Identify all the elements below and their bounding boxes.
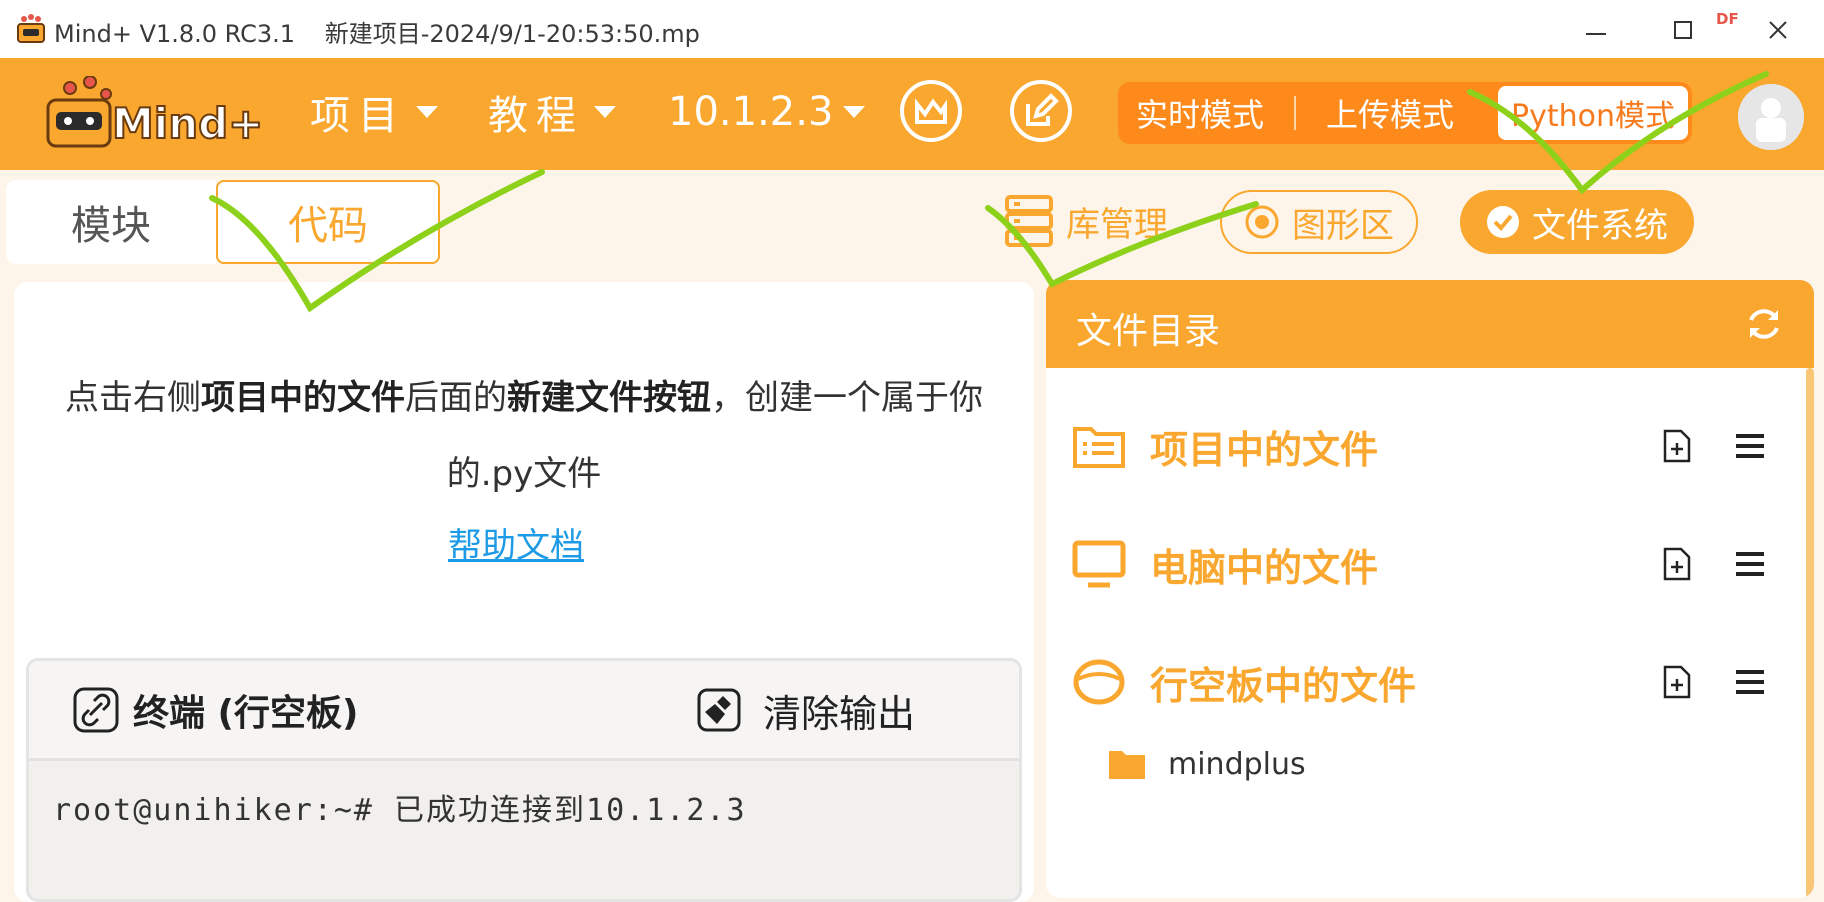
section-board-files-label: 行空板中的文件 <box>1150 663 1417 708</box>
hint-bold-new-file-button: 新建文件按钮 <box>507 378 711 418</box>
terminal-panel: 终端 (行空板) 清除输出 root@unihiker:~# 已成功连接到10.… <box>26 658 1022 902</box>
board-file-mindplus[interactable]: mindplus <box>1108 742 1306 786</box>
graphic-area-label: 图形区 <box>1292 205 1394 246</box>
mode-switch: 实时模式 上传模式 Python模式 <box>1118 82 1692 144</box>
check-circle-icon <box>1487 206 1519 238</box>
folder-icon <box>1109 751 1145 779</box>
menu-device-connection[interactable]: 10.1.2.3 <box>668 84 867 140</box>
radio-target-icon <box>1245 205 1279 239</box>
dashboard-button[interactable] <box>900 80 962 142</box>
file-directory-area: 文件目录 项目中的文件 电脑中的文件 行空板中的文件 mindplus <box>1046 280 1824 902</box>
file-directory-title: 文件目录 <box>1076 311 1221 352</box>
mindplus-logo: Mind+ <box>46 76 264 149</box>
realtime-mode-button[interactable]: 实时模式 <box>1136 90 1264 136</box>
monitor-icon <box>1072 540 1126 588</box>
window-title-bar: Mind+ V1.8.0 RC3.1 新建项目-2024/9/1-20:53:5… <box>0 0 1824 58</box>
hamburger-menu-icon[interactable] <box>1734 430 1766 462</box>
tab-blocks[interactable]: 模块 <box>6 180 216 264</box>
terminal-header: 终端 (行空板) 清除输出 <box>29 661 1019 761</box>
edit-button[interactable] <box>1010 80 1072 142</box>
new-file-icon[interactable] <box>1662 546 1692 582</box>
section-pc-files[interactable]: 电脑中的文件 <box>1072 534 1772 594</box>
mode-divider <box>1294 96 1297 130</box>
edit-icon <box>1026 93 1059 126</box>
df-badge: DF <box>1716 10 1739 28</box>
file-system-label: 文件系统 <box>1532 205 1668 246</box>
user-avatar-icon <box>1738 84 1804 150</box>
hint-text-2: 后面的 <box>405 378 507 418</box>
minimize-icon[interactable] <box>1576 10 1616 50</box>
hamburger-menu-icon[interactable] <box>1734 666 1766 698</box>
board-icon <box>1073 659 1125 705</box>
file-system-button[interactable]: 文件系统 <box>1460 190 1694 254</box>
file-directory-card: 文件目录 项目中的文件 电脑中的文件 行空板中的文件 mindplus <box>1046 280 1814 898</box>
dashboard-icon <box>915 98 947 124</box>
terminal-output[interactable]: root@unihiker:~# 已成功连接到10.1.2.3 <box>53 785 747 829</box>
link-icon <box>73 687 119 733</box>
board-file-name: mindplus <box>1168 746 1306 782</box>
maximize-icon[interactable] <box>1664 10 1704 50</box>
hint-bold-project-files: 项目中的文件 <box>201 378 405 418</box>
refresh-icon[interactable] <box>1744 304 1784 344</box>
file-directory-header: 文件目录 <box>1046 280 1814 368</box>
new-file-icon[interactable] <box>1662 664 1692 700</box>
section-project-files[interactable]: 项目中的文件 <box>1072 416 1772 476</box>
svg-text:Mind+: Mind+ <box>112 99 263 148</box>
device-ip-label: 10.1.2.3 <box>668 89 834 135</box>
terminal-title-label: 终端 (行空板) <box>133 693 359 734</box>
clear-output-label: 清除输出 <box>763 691 916 736</box>
server-icon <box>1005 195 1053 247</box>
new-file-icon[interactable] <box>1662 428 1692 464</box>
code-editor-card: 点击右侧项目中的文件后面的新建文件按钮，创建一个属于你的.py文件 帮助文档 终… <box>14 282 1034 902</box>
menu-tutorial[interactable]: 教程 <box>488 84 618 140</box>
caret-down-icon <box>416 106 438 118</box>
file-title: 新建项目-2024/9/1-20:53:50.mp <box>324 20 700 48</box>
app-title: Mind+ V1.8.0 RC3.1 <box>54 20 296 48</box>
editor-toolbar: 模块 代码 库管理 图形区 文件系统 <box>0 170 1824 280</box>
help-docs-link[interactable]: 帮助文档 <box>14 518 1018 567</box>
caret-down-icon <box>594 106 616 118</box>
broom-icon <box>697 688 741 732</box>
section-pc-files-label: 电脑中的文件 <box>1150 545 1379 590</box>
python-mode-button[interactable]: Python模式 <box>1498 86 1688 140</box>
menu-tutorial-label: 教程 <box>488 93 584 139</box>
upload-mode-button[interactable]: 上传模式 <box>1326 90 1454 136</box>
hamburger-menu-icon[interactable] <box>1734 548 1766 580</box>
clear-output-button[interactable]: 清除输出 <box>697 687 915 736</box>
section-project-files-label: 项目中的文件 <box>1150 427 1379 472</box>
menu-project-label: 项目 <box>310 93 406 139</box>
code-editor-area: 点击右侧项目中的文件后面的新建文件按钮，创建一个属于你的.py文件 帮助文档 终… <box>0 280 1046 902</box>
file-panel-scrollbar[interactable] <box>1806 368 1814 898</box>
section-board-files[interactable]: 行空板中的文件 <box>1072 652 1772 712</box>
user-avatar[interactable] <box>1738 84 1804 150</box>
library-manager-button[interactable]: 库管理 <box>1004 194 1168 248</box>
mindplus-app-icon <box>17 14 45 43</box>
tab-code[interactable]: 代码 <box>216 180 440 264</box>
hint-text-1: 点击右侧 <box>65 378 201 418</box>
library-manager-label: 库管理 <box>1066 204 1168 245</box>
caret-down-icon <box>843 106 866 118</box>
close-icon[interactable] <box>1758 10 1798 50</box>
graphic-area-button[interactable]: 图形区 <box>1220 190 1418 254</box>
editor-hint: 点击右侧项目中的文件后面的新建文件按钮，创建一个属于你的.py文件 <box>34 360 1014 512</box>
terminal-title: 终端 (行空板) <box>73 687 359 734</box>
menu-project[interactable]: 项目 <box>310 84 440 140</box>
list-folder-icon <box>1073 427 1125 468</box>
main-header: Mind+ 项目 教程 10.1.2.3 实时模式 上传模式 Python模式 <box>0 58 1824 170</box>
